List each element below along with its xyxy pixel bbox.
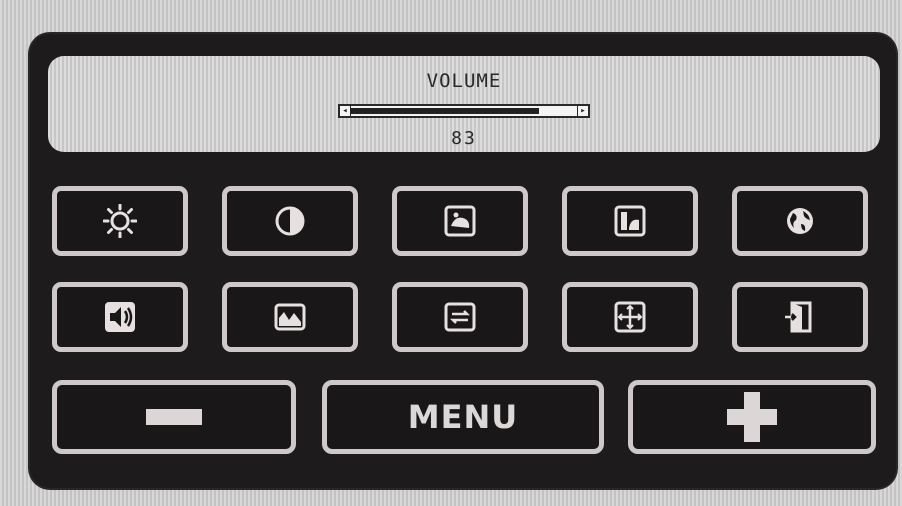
input-source-icon <box>444 302 476 332</box>
volume-right-arrow[interactable]: ▸ <box>577 106 588 116</box>
plus-button[interactable] <box>628 380 876 454</box>
picture-position-icon <box>444 205 476 237</box>
exit-door-icon <box>785 301 812 333</box>
geometry-button[interactable] <box>562 282 698 352</box>
audio-speaker-icon <box>105 302 135 332</box>
volume-panel: VOLUME ◂ ▸ 83 <box>48 56 880 152</box>
picture-size-button[interactable] <box>562 186 698 256</box>
volume-slider-fill <box>350 108 539 114</box>
menu-button[interactable]: MENU <box>322 380 604 454</box>
plus-icon <box>727 392 777 442</box>
language-button[interactable] <box>732 186 868 256</box>
minus-icon <box>146 409 202 425</box>
volume-title: VOLUME <box>426 70 502 92</box>
menu-label: MENU <box>407 398 519 436</box>
audio-button[interactable] <box>52 282 188 352</box>
brightness-button[interactable] <box>52 186 188 256</box>
language-globe-icon <box>787 208 813 234</box>
contrast-icon <box>275 206 305 236</box>
minus-button[interactable] <box>52 380 296 454</box>
volume-value: 83 <box>451 128 477 149</box>
brightness-icon <box>103 204 137 238</box>
geometry-icon <box>614 301 646 333</box>
contrast-button[interactable] <box>222 186 358 256</box>
color-temperature-icon <box>274 303 306 331</box>
picture-size-icon <box>614 205 646 237</box>
picture-position-button[interactable] <box>392 186 528 256</box>
volume-slider[interactable]: ◂ ▸ <box>338 104 590 118</box>
input-source-button[interactable] <box>392 282 528 352</box>
color-button[interactable] <box>222 282 358 352</box>
exit-button[interactable] <box>732 282 868 352</box>
osd-menu: VOLUME ◂ ▸ 83 MENU <box>30 34 896 488</box>
